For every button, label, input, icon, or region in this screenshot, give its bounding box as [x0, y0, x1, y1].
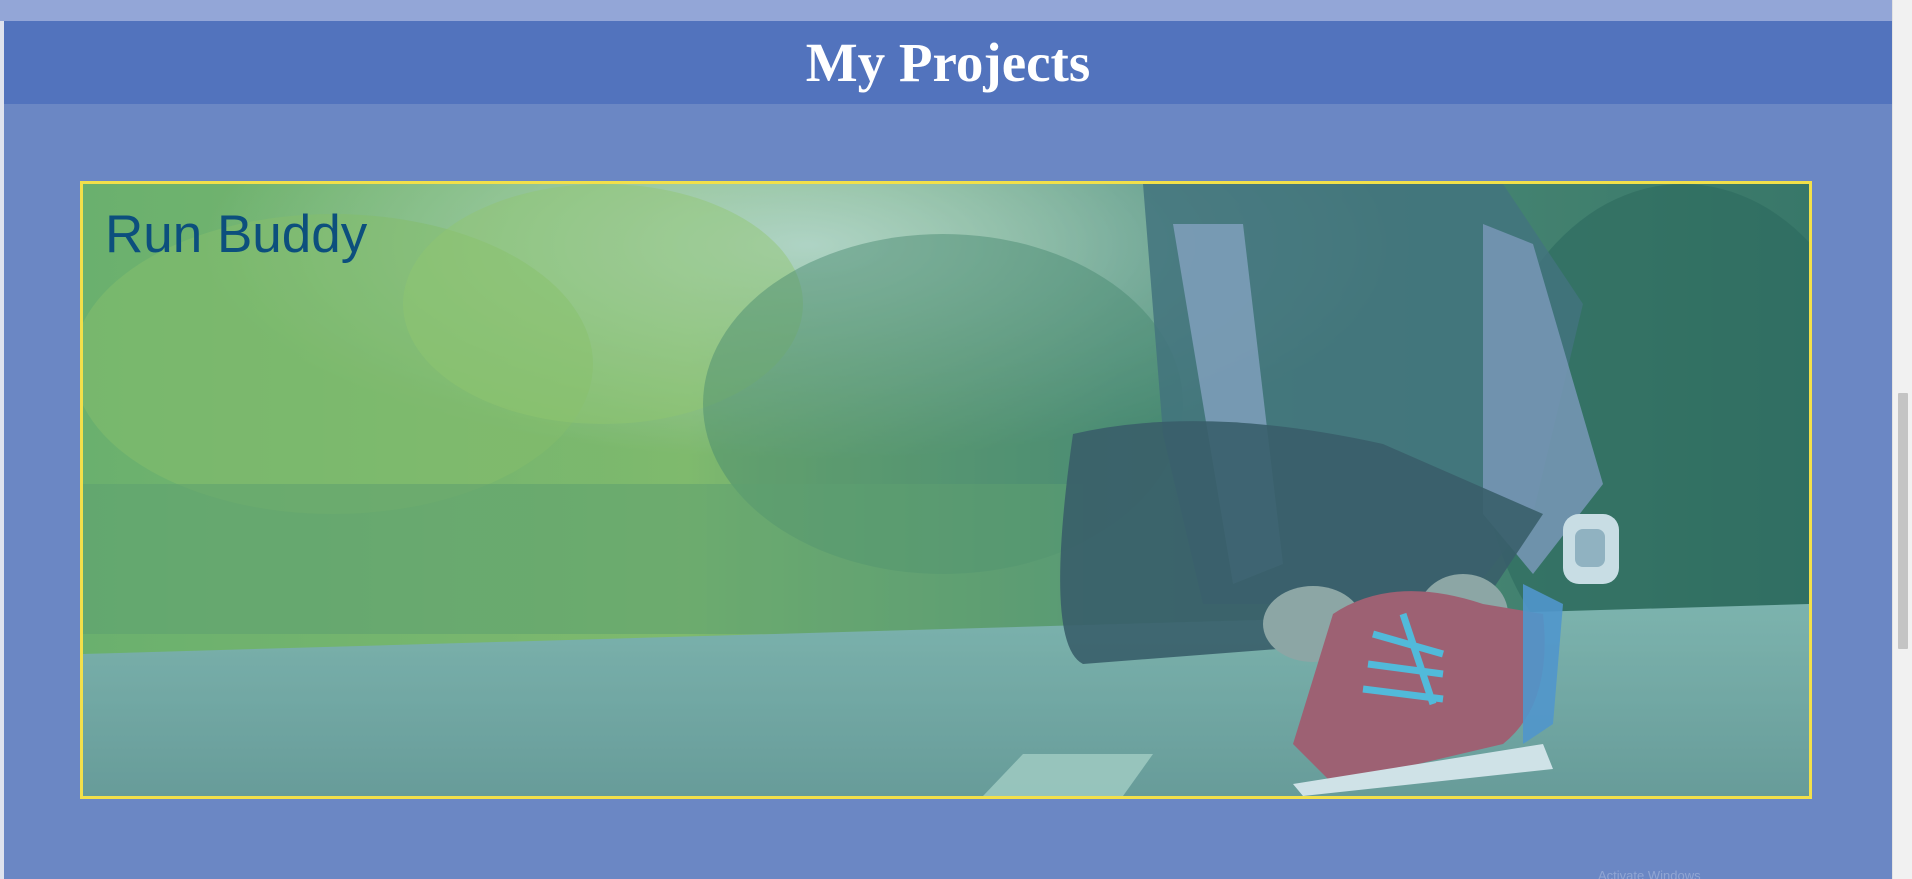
activate-windows-watermark: Activate Windows [1598, 868, 1701, 879]
scrollbar-thumb[interactable] [1898, 393, 1908, 649]
project-image [83, 184, 1809, 796]
section-title: My Projects [805, 32, 1091, 93]
vertical-scrollbar[interactable] [1892, 0, 1912, 879]
page: My Projects Run Buddy Activate Windows [0, 0, 1912, 879]
project-card-run-buddy[interactable]: Run Buddy [80, 181, 1812, 799]
window-left-edge [0, 0, 4, 879]
previous-section-strip [0, 0, 1892, 21]
project-title: Run Buddy [105, 205, 368, 264]
projects-section-header: My Projects [4, 21, 1892, 104]
